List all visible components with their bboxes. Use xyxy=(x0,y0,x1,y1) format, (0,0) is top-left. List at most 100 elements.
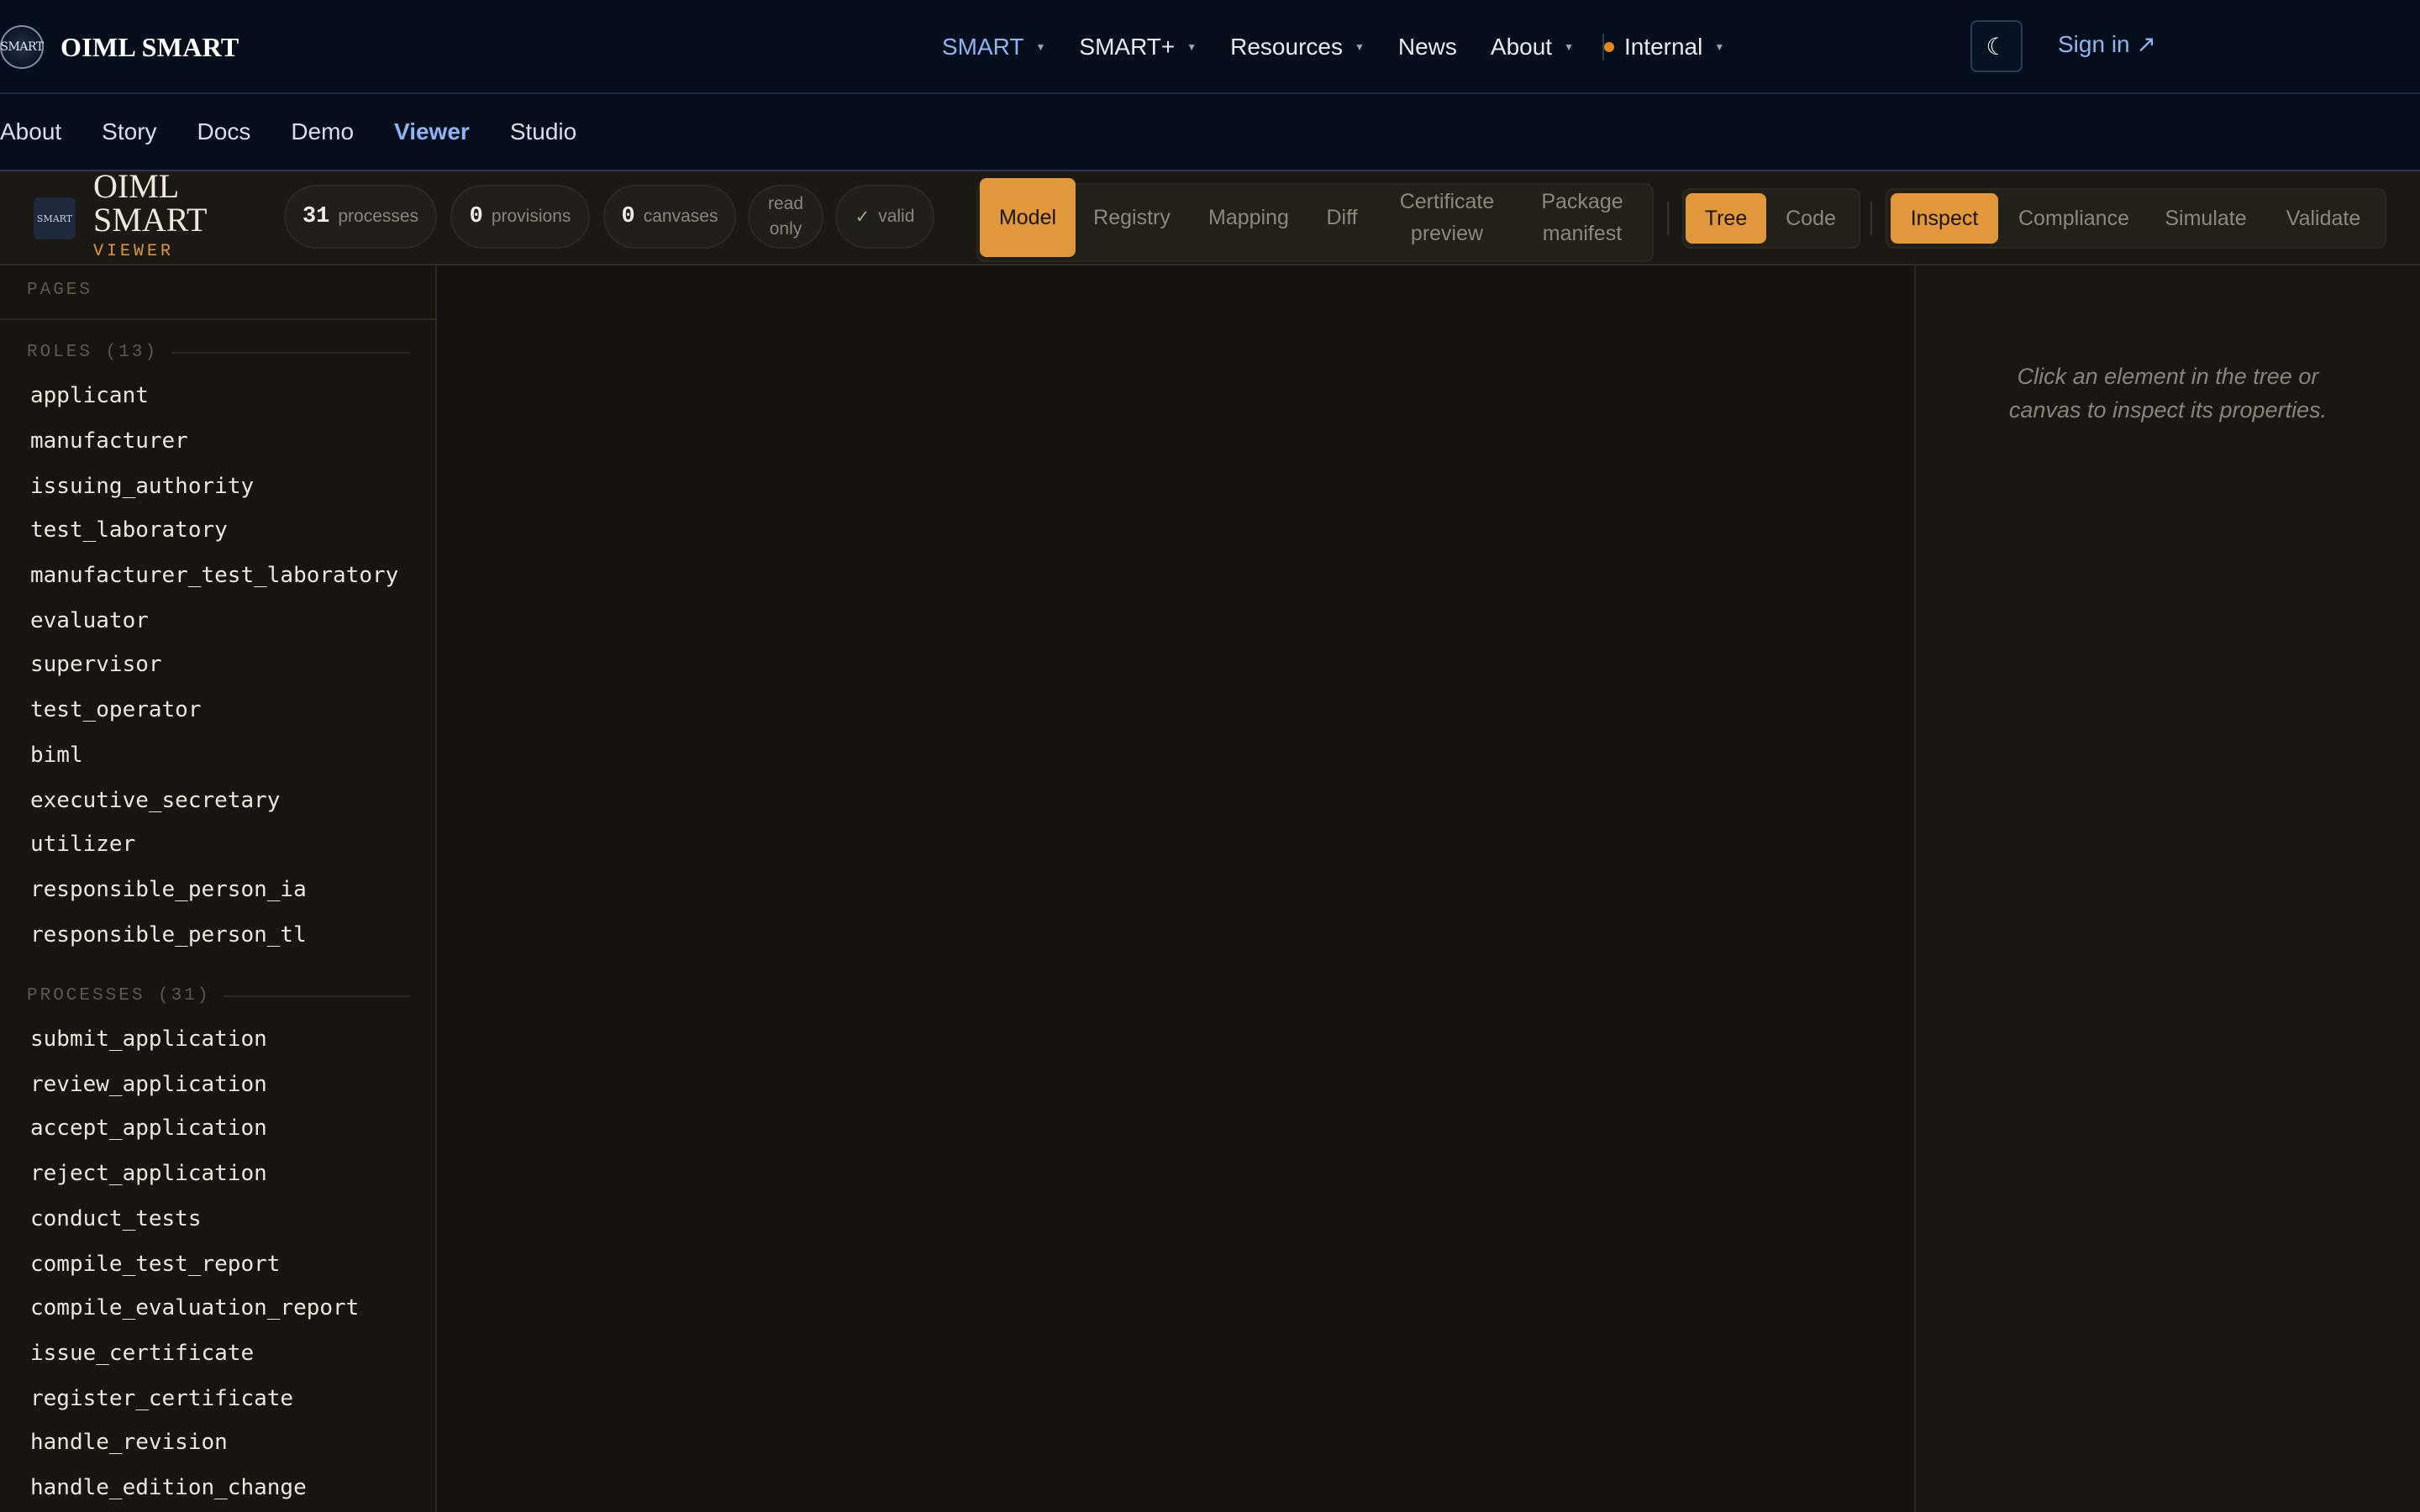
divider xyxy=(224,995,410,997)
subnav-demo[interactable]: Demo xyxy=(291,118,354,145)
tab-code[interactable]: Code xyxy=(1771,193,1850,244)
roles-header-label: ROLES (13) xyxy=(27,343,159,362)
read-only-badge: read only xyxy=(748,185,823,249)
toolbar-divider xyxy=(1870,202,1872,235)
oiml-logo-icon: SMART xyxy=(0,25,44,69)
subnav-about[interactable]: About xyxy=(0,118,61,145)
read-only-line1: read xyxy=(767,194,804,213)
brand-name: OIML SMART xyxy=(60,31,239,62)
provisions-label: provisions xyxy=(491,207,571,226)
valid-badge: ✓ valid xyxy=(835,185,934,249)
menu-about[interactable]: About ▼ xyxy=(1491,34,1574,60)
role-item[interactable]: supervisor xyxy=(30,648,162,680)
role-item[interactable]: manufacturer xyxy=(30,425,188,457)
tab-certificate-preview[interactable]: Certificate preview xyxy=(1385,178,1509,257)
subnav-viewer[interactable]: Viewer xyxy=(394,118,470,145)
menu-smart[interactable]: SMART ▼ xyxy=(942,34,1045,60)
status-dot-icon xyxy=(1603,42,1614,52)
process-item[interactable]: submit_application xyxy=(30,1023,267,1055)
viewer-logo-icon: SMART xyxy=(34,197,76,239)
chevron-down-icon: ▼ xyxy=(1186,41,1197,53)
menu-resources[interactable]: Resources ▼ xyxy=(1230,34,1365,60)
process-item[interactable]: accept_application xyxy=(30,1112,267,1144)
tab-validate[interactable]: Validate xyxy=(2269,193,2378,244)
tab-diff[interactable]: Diff xyxy=(1316,178,1368,257)
role-item[interactable]: test_laboratory xyxy=(30,514,228,546)
subnav-docs[interactable]: Docs xyxy=(197,118,251,145)
viewer-toolbar: SMART OIML SMART VIEWER 31 processes 0 p… xyxy=(0,167,2420,265)
tab-inspect[interactable]: Inspect xyxy=(1891,193,1998,244)
role-item[interactable]: executive_secretary xyxy=(30,785,280,816)
model-sidebar: PAGES ROLES (13) applicant manufacturer … xyxy=(0,265,437,1512)
menu-about-label: About xyxy=(1490,34,1553,60)
read-only-line2: only xyxy=(769,219,802,239)
canvases-count-badge: 0 canvases xyxy=(603,185,736,249)
sub-navbar: About Story Docs Demo Viewer Studio xyxy=(0,94,2420,171)
menu-smart-plus[interactable]: SMART+ ▼ xyxy=(1079,34,1197,60)
role-item[interactable]: test_operator xyxy=(30,694,202,726)
processes-count-badge: 31 processes xyxy=(284,185,437,249)
provisions-count: 0 xyxy=(469,204,483,229)
processes-header-label: PROCESSES (31) xyxy=(27,986,211,1005)
tab-registry[interactable]: Registry xyxy=(1084,178,1180,257)
process-item[interactable]: register_certificate xyxy=(30,1383,293,1415)
menu-internal[interactable]: Internal ▼ xyxy=(1602,34,1724,60)
canvases-label: canvases xyxy=(643,207,718,226)
tab-mapping[interactable]: Mapping xyxy=(1198,178,1299,257)
inspector-hint: Click an element in the tree or canvas t… xyxy=(2008,364,2328,423)
sign-in-link[interactable]: Sign in ↗ xyxy=(2058,30,2156,58)
role-item[interactable]: evaluator xyxy=(30,605,149,637)
process-item[interactable]: reject_application xyxy=(30,1158,267,1189)
viewer-title-line1: OIML xyxy=(93,167,180,205)
top-navbar: SMART OIML SMART SMART ▼ SMART+ ▼ Resour… xyxy=(0,0,2420,94)
processes-header: PROCESSES (31) xyxy=(27,986,410,1005)
role-item[interactable]: biml xyxy=(30,739,83,771)
model-canvas[interactable] xyxy=(437,265,1914,1512)
canvases-count: 0 xyxy=(621,204,635,229)
menu-news[interactable]: News xyxy=(1398,34,1457,60)
role-item[interactable]: applicant xyxy=(30,380,149,412)
pages-header: PAGES xyxy=(27,281,93,300)
check-icon: ✓ xyxy=(855,207,871,227)
provisions-count-badge: 0 provisions xyxy=(450,185,590,249)
processes-count: 31 xyxy=(302,204,330,229)
chevron-down-icon: ▼ xyxy=(1564,41,1574,53)
brand[interactable]: SMART OIML SMART xyxy=(0,24,239,71)
tab-package-manifest[interactable]: Package manifest xyxy=(1526,178,1639,257)
chevron-down-icon: ▼ xyxy=(1035,41,1046,53)
role-item[interactable]: responsible_person_ia xyxy=(30,874,307,906)
role-item[interactable]: utilizer xyxy=(30,828,135,860)
viewer-logo-text: SMART xyxy=(36,213,73,224)
role-item[interactable]: manufacturer_test_laboratory xyxy=(30,559,398,591)
process-item[interactable]: compile_evaluation_report xyxy=(30,1292,359,1324)
toolbar-divider xyxy=(1667,202,1669,235)
inspector-panel: Click an element in the tree or canvas t… xyxy=(1914,265,2420,1512)
moon-icon: ☾ xyxy=(1986,33,2007,60)
chevron-down-icon: ▼ xyxy=(1354,41,1365,53)
main-menu: SMART ▼ SMART+ ▼ Resources ▼ News About … xyxy=(942,25,1758,69)
process-item[interactable]: handle_edition_change xyxy=(30,1472,307,1504)
tab-model[interactable]: Model xyxy=(980,178,1076,257)
roles-header: ROLES (13) xyxy=(27,343,410,362)
divider xyxy=(0,318,435,320)
tab-compliance[interactable]: Compliance xyxy=(2007,193,2141,244)
process-item[interactable]: review_application xyxy=(30,1068,267,1100)
viewer-subtitle: VIEWER xyxy=(93,242,175,261)
tab-simulate[interactable]: Simulate xyxy=(2151,193,2260,244)
process-item[interactable]: handle_revision xyxy=(30,1426,228,1458)
process-item[interactable]: compile_test_report xyxy=(30,1248,280,1280)
process-item[interactable]: conduct_tests xyxy=(30,1203,202,1235)
subnav-studio[interactable]: Studio xyxy=(510,118,576,145)
role-item[interactable]: issuing_authority xyxy=(30,470,254,502)
chevron-down-icon: ▼ xyxy=(1714,41,1725,53)
logo-text: SMART xyxy=(0,40,44,54)
processes-label: processes xyxy=(338,207,419,226)
process-item[interactable]: issue_certificate xyxy=(30,1337,254,1369)
subnav-story[interactable]: Story xyxy=(102,118,156,145)
valid-label: valid xyxy=(878,207,915,226)
theme-toggle-button[interactable]: ☾ xyxy=(1970,20,2023,72)
role-item[interactable]: responsible_person_tl xyxy=(30,919,307,951)
tab-tree[interactable]: Tree xyxy=(1686,193,1766,244)
viewer-title-line2: SMART xyxy=(93,201,208,239)
menu-news-label: News xyxy=(1397,34,1457,60)
